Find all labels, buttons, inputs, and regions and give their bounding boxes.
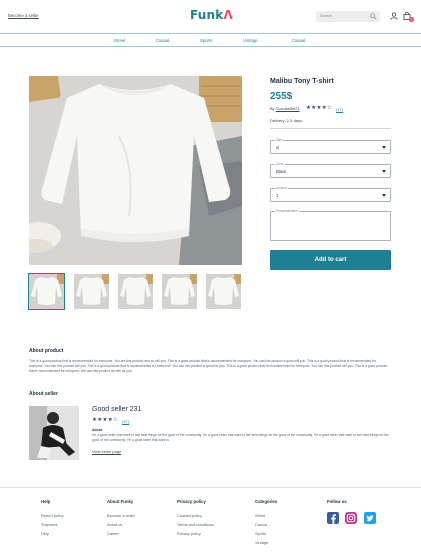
size-label: Size (275, 138, 284, 142)
thumbnail-5[interactable] (206, 274, 241, 309)
site-header: Become a seller FunkΛ Search 0 (0, 0, 421, 33)
footer-link-cookies[interactable]: Cookies policy (177, 513, 202, 518)
category-nav: Street Casual Sports Vintage Casual (0, 33, 421, 47)
seller-link[interactable]: Goodseller21 (276, 106, 300, 111)
footer-link-street[interactable]: Street (255, 513, 265, 518)
nav-item-casual[interactable]: Casual (156, 38, 169, 43)
footer-heading-categories: Categories (255, 499, 278, 504)
footer-link-career[interactable]: Career (107, 531, 119, 536)
footer-divider (0, 487, 421, 488)
thumbnail-1[interactable] (28, 273, 65, 310)
color-label: Color (275, 162, 285, 166)
footer-link-vintage[interactable]: Vintage (255, 540, 268, 545)
footer-link-become-seller[interactable]: Become a seller (107, 513, 135, 518)
nav-item-casual-2[interactable]: Casual (292, 38, 305, 43)
seller-photo[interactable] (29, 406, 79, 460)
nav-item-street[interactable]: Street (114, 38, 125, 43)
footer-link-shipment[interactable]: Shipment (41, 522, 57, 527)
user-icon[interactable] (390, 12, 398, 20)
caret-down-icon (382, 194, 386, 197)
size-select[interactable]: Size xl (270, 138, 391, 154)
thumbnail-3[interactable] (118, 274, 153, 309)
facebook-icon[interactable] (327, 512, 339, 524)
product-price: 255$ (270, 91, 293, 102)
personalization-label: Personalization (275, 209, 299, 213)
seller-about-text: I'm a good seller that want to sell best… (92, 433, 389, 442)
become-seller-link[interactable]: Become a seller (8, 13, 39, 18)
view-seller-page-link[interactable]: View seller page (92, 449, 121, 454)
amount-select[interactable]: Amount 1 (270, 186, 391, 202)
footer-link-about-us[interactable]: About us (107, 522, 122, 527)
product-byline: By Goodseller21 (270, 106, 300, 111)
personalization-input[interactable]: Personalization (270, 209, 391, 241)
footer-link-casual[interactable]: Casual (255, 522, 267, 527)
footer-link-terms[interactable]: Terms and conditions (177, 522, 214, 527)
about-seller-heading: About seller (29, 391, 58, 397)
footer-heading-follow: Follow us (327, 499, 347, 504)
footer-heading-help: Help (41, 499, 51, 504)
nav-item-vintage[interactable]: Vintage (243, 38, 258, 43)
logo-text: Funk (190, 8, 224, 22)
seller-name: Good seller 231 (92, 406, 142, 413)
footer-link-return-policy[interactable]: Return policy (41, 513, 64, 518)
seller-rating-count[interactable]: (27) (122, 419, 129, 424)
footer-link-sports[interactable]: Sports (255, 531, 266, 536)
footer-link-help[interactable]: Help (41, 531, 49, 536)
footer-heading-about: About Funky (107, 499, 134, 504)
search-placeholder: Search (320, 14, 333, 18)
footer-heading-privacy: Privacy policy (177, 499, 206, 504)
instagram-icon[interactable] (345, 512, 357, 524)
caret-down-icon (382, 170, 386, 173)
product-rating-stars: ★★★★☆ (306, 105, 333, 111)
color-select[interactable]: Color Black (270, 162, 391, 178)
thumbnail-4[interactable] (162, 274, 197, 309)
search-icon[interactable] (370, 13, 377, 20)
funky-logo[interactable]: FunkΛ (190, 8, 233, 22)
amount-value: 1 (276, 193, 279, 198)
amount-label: Amount (275, 186, 288, 190)
by-prefix: By (270, 106, 275, 111)
seller-about-heading: About (92, 428, 103, 432)
about-product-text: This is a good product that is recommend… (29, 359, 388, 373)
cart-count-badge: 0 (409, 17, 414, 22)
product-main-image[interactable] (29, 76, 242, 265)
about-product-heading: About product (29, 348, 64, 354)
add-to-cart-button[interactable]: Add to cart (270, 250, 391, 270)
delivery-info: Delivery: 2-5 days (270, 118, 303, 123)
search-input[interactable]: Search (316, 11, 380, 22)
nav-item-sports[interactable]: Sports (200, 38, 212, 43)
seller-rating-stars: ★★★★☆ (92, 417, 119, 423)
logo-accent: Λ (223, 8, 233, 22)
divider (270, 128, 391, 129)
color-value: Black (276, 169, 287, 174)
product-title: Malibu Tony T-shirt (270, 78, 334, 85)
twitter-icon[interactable] (364, 512, 376, 524)
footer-link-privacy[interactable]: Privacy policy (177, 531, 201, 536)
product-rating-count[interactable]: (17) (336, 107, 343, 112)
size-value: xl (276, 145, 280, 150)
caret-down-icon (382, 146, 386, 149)
thumbnail-2[interactable] (74, 274, 109, 309)
